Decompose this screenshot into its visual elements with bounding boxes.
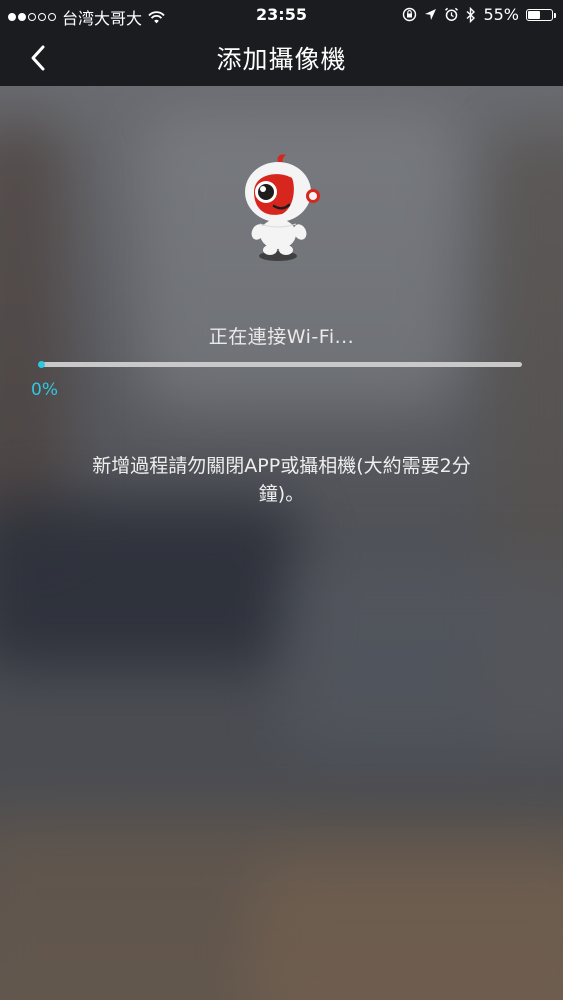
connection-status-text: 正在連接Wi-Fi... xyxy=(208,326,355,348)
notice-line-1: 新增過程請勿關閉APP或攝相機(大約需要2分 xyxy=(92,455,471,477)
bluetooth-icon xyxy=(466,6,476,23)
rotation-lock-icon xyxy=(403,7,417,22)
navigation-bar: 添加攝像機 xyxy=(0,30,563,86)
alarm-icon xyxy=(445,7,459,21)
notice-text: 新增過程請勿關閉APP或攝相機(大約需要2分 鐘)。 xyxy=(50,452,513,508)
progress-indicator xyxy=(38,361,45,368)
progress-percent: 0% xyxy=(31,380,58,400)
battery-icon xyxy=(526,8,556,21)
notice-line-2: 鐘)。 xyxy=(258,483,305,505)
battery-percent: 55% xyxy=(483,5,519,24)
progress-bar xyxy=(38,361,522,368)
status-bar: 台湾大哥大 23:55 55% xyxy=(0,0,563,30)
location-arrow-icon xyxy=(425,9,437,20)
robot-mascot xyxy=(245,154,320,261)
page-title: 添加攝像機 xyxy=(216,45,347,74)
